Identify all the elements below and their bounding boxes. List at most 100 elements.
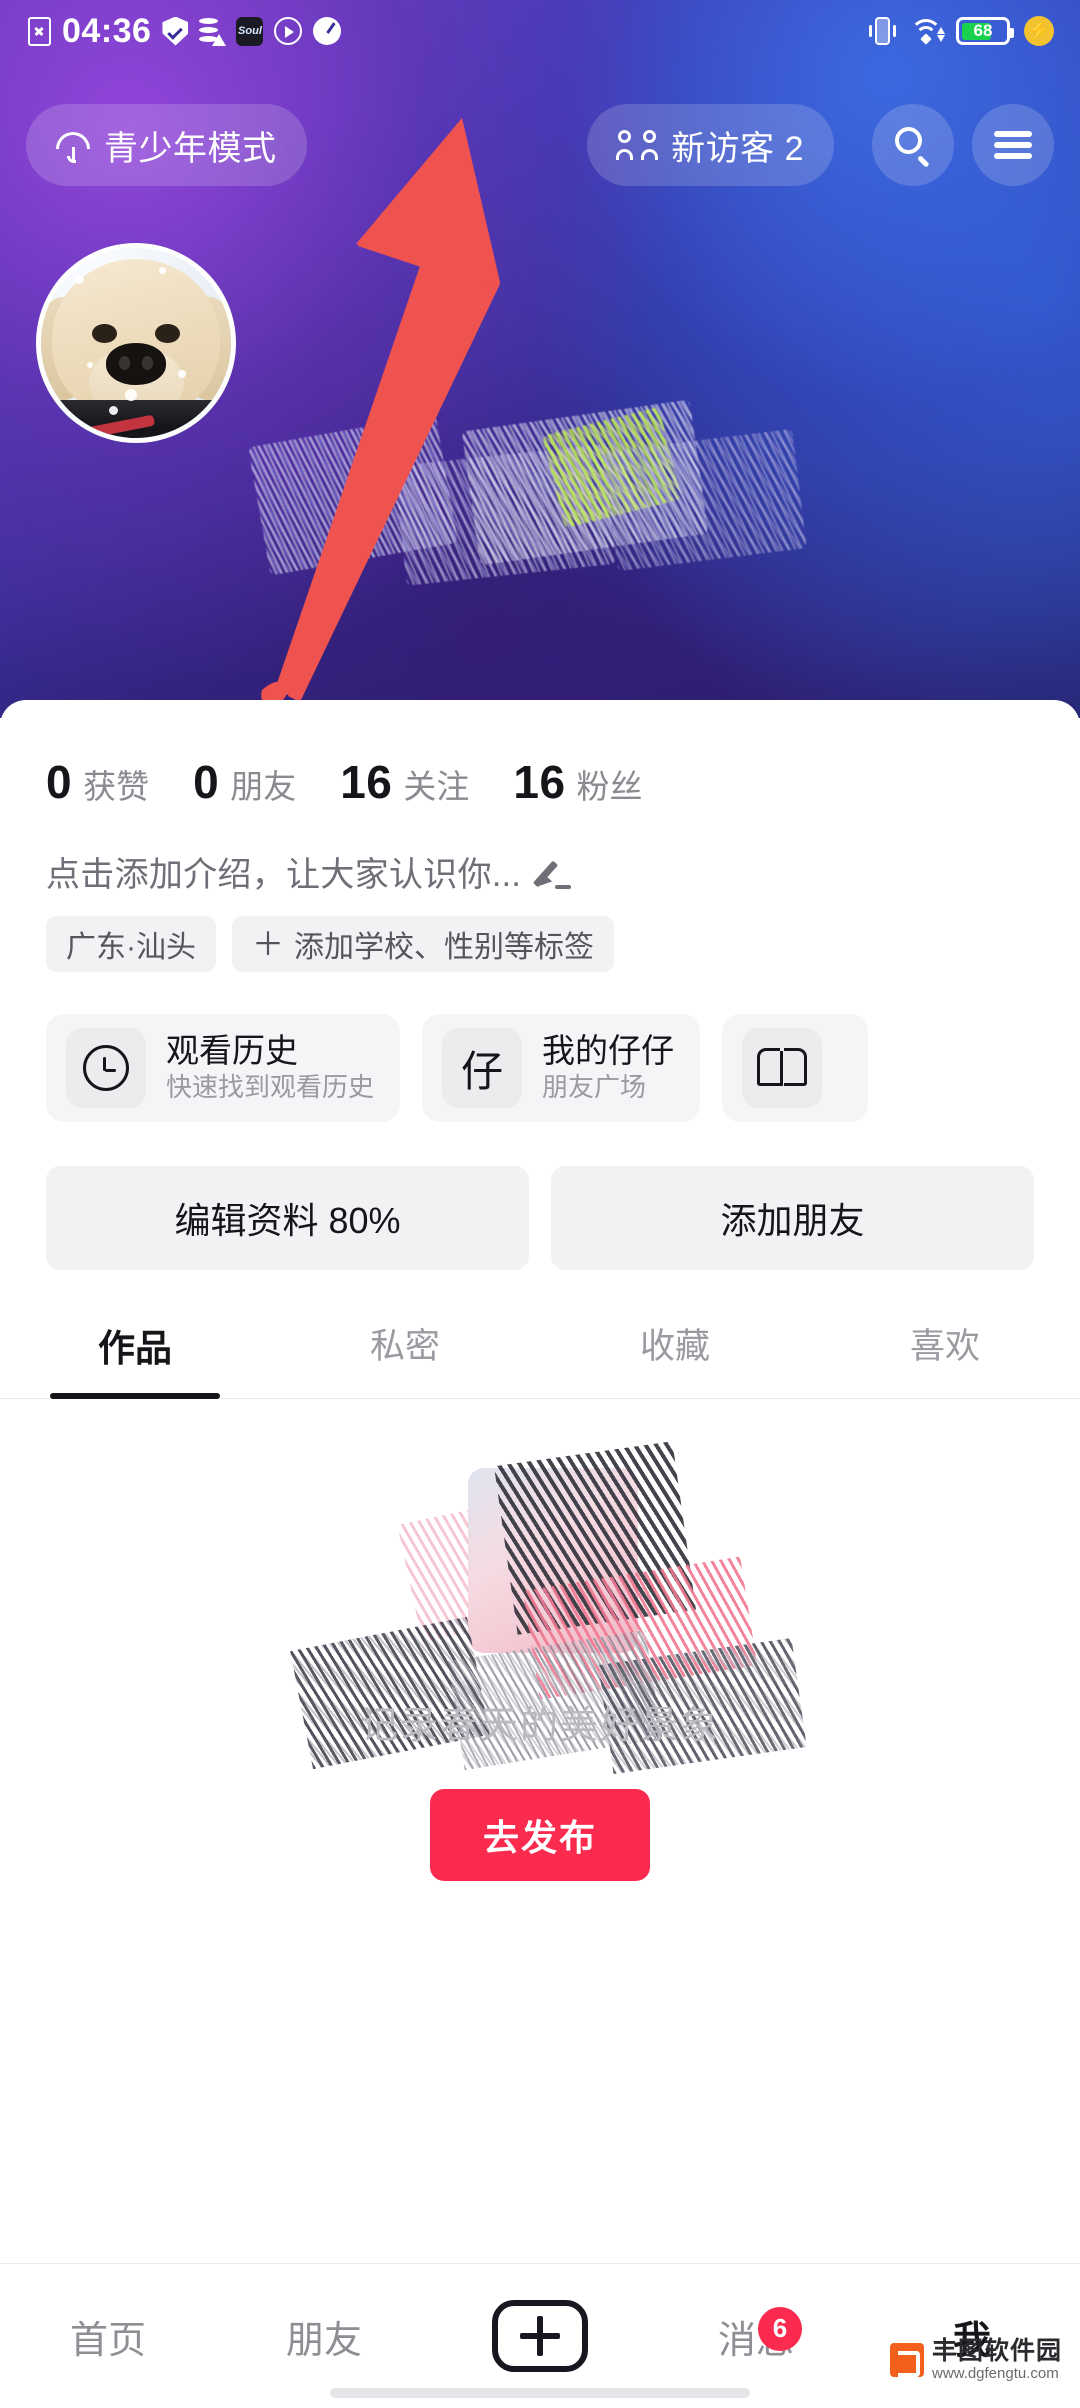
card-third-partial[interactable] bbox=[722, 1014, 869, 1122]
publish-label: 去发布 bbox=[482, 1817, 597, 1858]
profile-stats: 0 获赞 0 朋友 16 关注 16 粉丝 bbox=[0, 700, 1080, 809]
speedometer-icon bbox=[313, 17, 342, 45]
tab-label: 作品 bbox=[98, 1328, 172, 1369]
stat-fans[interactable]: 16 粉丝 bbox=[513, 755, 642, 809]
profile-sheet: 0 获赞 0 朋友 16 关注 16 粉丝 点击添加介绍，让大家认识你... 广… bbox=[0, 700, 1080, 2408]
battery-percent-label: 68 bbox=[973, 21, 993, 40]
add-friend-button[interactable]: 添加朋友 bbox=[551, 1166, 1034, 1270]
watermark-name: 丰图软件园 bbox=[931, 2337, 1062, 2365]
tag-label: 广东·汕头 bbox=[66, 931, 196, 964]
charging-bolt-icon bbox=[1024, 16, 1054, 46]
phone-screen: 04:36 Soul 68 ⚡ 青少年模式 新访客 2 0 获赞 0 朋友 16… bbox=[0, 0, 1080, 2408]
avatar-image bbox=[41, 248, 231, 438]
two-people-icon bbox=[616, 130, 659, 160]
stat-value: 0 bbox=[46, 756, 73, 808]
clock-icon bbox=[83, 1045, 129, 1091]
plus-create-icon[interactable] bbox=[492, 2300, 588, 2372]
edit-profile-button[interactable]: 编辑资料 80% bbox=[46, 1166, 529, 1270]
tab-label: 收藏 bbox=[639, 1327, 710, 1366]
nav-friends[interactable]: 朋友 bbox=[216, 2309, 432, 2364]
clock-icon-box bbox=[66, 1028, 146, 1108]
hamburger-menu-icon bbox=[994, 131, 1032, 159]
zai-icon-box: 仔 bbox=[442, 1028, 523, 1108]
top-action-bar: 青少年模式 新访客 2 bbox=[0, 90, 1080, 200]
publish-button[interactable]: 去发布 bbox=[430, 1789, 650, 1881]
bottom-navigation: 首页 朋友 消息 6 我 bbox=[0, 2263, 1080, 2408]
status-bar-right: 68 bbox=[869, 15, 1080, 47]
new-visitors-label: 新访客 2 bbox=[671, 129, 804, 168]
soul-app-icon: Soul bbox=[236, 16, 264, 46]
messages-badge: 6 bbox=[758, 2306, 802, 2351]
nav-home[interactable]: 首页 bbox=[0, 2309, 216, 2364]
plus-icon: ＋ bbox=[252, 926, 285, 962]
stat-label: 粉丝 bbox=[576, 768, 643, 805]
tab-label: 私密 bbox=[369, 1327, 440, 1366]
nav-messages[interactable]: 消息 6 bbox=[648, 2306, 864, 2364]
stat-following[interactable]: 16 关注 bbox=[340, 755, 469, 809]
card-title: 我的仔仔 bbox=[542, 1031, 675, 1069]
avatar[interactable] bbox=[36, 243, 236, 443]
menu-button[interactable] bbox=[972, 104, 1054, 186]
search-button[interactable] bbox=[872, 104, 954, 186]
nav-label: 朋友 bbox=[285, 2319, 362, 2362]
status-bar: 04:36 Soul 68 bbox=[0, 0, 1080, 62]
card-title: 观看历史 bbox=[166, 1031, 298, 1069]
add-friend-label: 添加朋友 bbox=[720, 1200, 865, 1241]
home-indicator bbox=[330, 2388, 750, 2398]
stat-label: 获赞 bbox=[83, 768, 150, 805]
watermark: 丰图软件园 www.dgfengtu.com bbox=[889, 2337, 1062, 2382]
watermark-url: www.dgfengtu.com bbox=[931, 2364, 1059, 2382]
shortcut-cards: 观看历史 快速找到观看历史 仔 我的仔仔 朋友广场 bbox=[0, 972, 1080, 1122]
wifi-icon bbox=[910, 18, 945, 45]
tab-likes[interactable]: 喜欢 bbox=[810, 1318, 1080, 1398]
open-book-icon bbox=[757, 1048, 808, 1088]
nav-create[interactable] bbox=[432, 2300, 648, 2372]
stat-value: 0 bbox=[193, 756, 220, 808]
card-subtitle: 朋友广场 bbox=[542, 1071, 647, 1102]
stat-value: 16 bbox=[340, 756, 393, 808]
status-bar-clock: 04:36 bbox=[62, 11, 152, 50]
empty-state: 记录春天的美好景象 去发布 bbox=[0, 1399, 1080, 1919]
vibrate-icon bbox=[869, 15, 896, 47]
stat-label: 朋友 bbox=[230, 768, 297, 805]
banner-brush-stroke bbox=[603, 428, 807, 572]
empty-state-text: 记录春天的美好景象 bbox=[359, 1705, 720, 1747]
profile-tags: 广东·汕头 ＋ 添加学校、性别等标签 bbox=[0, 896, 1080, 972]
shield-check-icon bbox=[162, 16, 189, 46]
zai-character-icon: 仔 bbox=[461, 1046, 504, 1096]
play-circle-icon bbox=[274, 17, 303, 45]
book-icon-box bbox=[742, 1028, 823, 1108]
tab-private[interactable]: 私密 bbox=[270, 1318, 540, 1398]
card-watch-history[interactable]: 观看历史 快速找到观看历史 bbox=[46, 1014, 401, 1122]
card-my-zaizai[interactable]: 仔 我的仔仔 朋友广场 bbox=[422, 1014, 701, 1122]
new-visitors-button[interactable]: 新访客 2 bbox=[587, 104, 834, 186]
nav-label: 首页 bbox=[69, 2319, 146, 2362]
battery-icon: 68 bbox=[956, 17, 1014, 45]
umbrella-icon bbox=[56, 128, 90, 163]
tab-favorites[interactable]: 收藏 bbox=[540, 1318, 810, 1398]
stat-value: 16 bbox=[513, 756, 566, 808]
content-tabs: 作品 私密 收藏 喜欢 bbox=[0, 1318, 1080, 1399]
tab-works[interactable]: 作品 bbox=[0, 1318, 270, 1398]
watermark-logo-icon bbox=[889, 2343, 924, 2377]
bio-placeholder: 点击添加介绍，让大家认识你... bbox=[46, 856, 522, 894]
teen-mode-label: 青少年模式 bbox=[104, 129, 277, 168]
publish-button-wrap: 去发布 bbox=[0, 1789, 1080, 1881]
stat-friends[interactable]: 0 朋友 bbox=[193, 755, 296, 809]
tag-location[interactable]: 广东·汕头 bbox=[46, 916, 216, 972]
tag-add-more[interactable]: ＋ 添加学校、性别等标签 bbox=[232, 916, 615, 972]
tab-label: 喜欢 bbox=[909, 1327, 980, 1366]
tag-label: 添加学校、性别等标签 bbox=[294, 931, 595, 964]
search-icon bbox=[895, 127, 931, 167]
stat-likes[interactable]: 0 获赞 bbox=[46, 755, 149, 809]
bio-row[interactable]: 点击添加介绍，让大家认识你... bbox=[0, 809, 1080, 896]
profile-actions: 编辑资料 80% 添加朋友 bbox=[0, 1122, 1080, 1270]
teen-mode-button[interactable]: 青少年模式 bbox=[26, 104, 307, 186]
stat-label: 关注 bbox=[403, 768, 470, 805]
sim-no-card-icon bbox=[28, 16, 51, 46]
pencil-edit-icon[interactable] bbox=[533, 853, 573, 891]
card-subtitle: 快速找到观看历史 bbox=[166, 1071, 375, 1102]
edit-profile-label: 编辑资料 80% bbox=[174, 1200, 401, 1241]
database-warning-icon bbox=[199, 17, 227, 46]
status-bar-left: 04:36 Soul bbox=[0, 11, 342, 51]
